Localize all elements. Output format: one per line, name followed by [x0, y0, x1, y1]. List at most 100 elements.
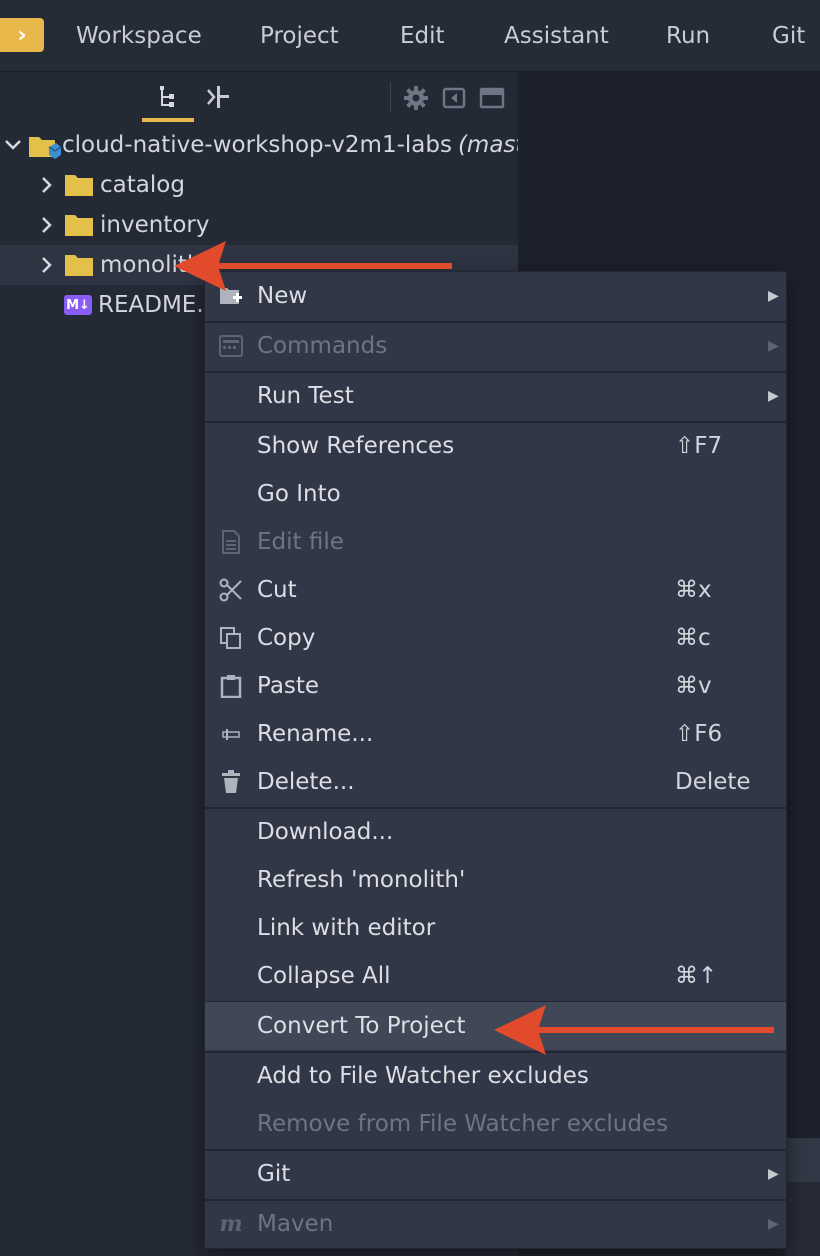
menu-item-commands: Commands ▶ [205, 322, 786, 370]
menu-item-label: Collapse All [257, 963, 391, 989]
trash-icon [219, 770, 243, 794]
revision-icon [207, 86, 229, 108]
menu-item-go-into[interactable]: Go Into [205, 470, 786, 518]
menu-item-cut[interactable]: Cut ⌘x [205, 566, 786, 614]
chevron-right-icon[interactable] [36, 214, 58, 236]
menu-item-shortcut: ⌘↑ [675, 963, 718, 989]
menu-item-label: Link with editor [257, 915, 436, 941]
new-folder-icon [219, 284, 243, 308]
tree-item-catalog[interactable]: catalog [0, 165, 518, 205]
menu-item-label: Convert To Project [257, 1013, 466, 1039]
menu-item-add-file-watcher-excludes[interactable]: Add to File Watcher excludes [205, 1052, 786, 1100]
submenu-arrow-icon: ▶ [768, 1166, 779, 1182]
menu-project[interactable]: Project [260, 0, 339, 72]
copy-icon [219, 626, 243, 650]
menu-item-label: Show References [257, 433, 455, 459]
submenu-arrow-icon: ▶ [768, 388, 779, 404]
menu-item-label: Rename... [257, 721, 374, 747]
menu-item-label: Maven [257, 1211, 334, 1237]
folder-icon [64, 173, 94, 197]
collapse-panel-button[interactable] [440, 84, 468, 112]
git-branch-label: (master) [457, 132, 518, 158]
menu-item-collapse-all[interactable]: Collapse All ⌘↑ [205, 952, 786, 1000]
menu-item-delete[interactable]: Delete... Delete [205, 758, 786, 806]
menu-run[interactable]: Run [666, 0, 710, 72]
context-menu: New ▶ Commands ▶ Run Test ▶ Show Referen… [204, 271, 787, 1249]
file-icon [219, 530, 243, 554]
clipboard-icon [219, 674, 243, 698]
menu-item-label: Add to File Watcher excludes [257, 1063, 589, 1089]
toolbar-divider [390, 82, 391, 112]
menu-item-label: Go Into [257, 481, 341, 507]
menu-item-shortcut: ⌘c [675, 625, 711, 651]
commands-icon [219, 334, 243, 358]
menu-item-rename[interactable]: Rename... ⇧F6 [205, 710, 786, 758]
menu-item-new[interactable]: New ▶ [205, 272, 786, 320]
menu-item-maven: m Maven ▶ [205, 1200, 786, 1248]
chevron-down-icon[interactable] [4, 134, 22, 156]
editor-status-strip [786, 1138, 820, 1182]
project-tree-tab[interactable] [142, 72, 194, 122]
menu-item-label: Run Test [257, 383, 354, 409]
maximize-panel-icon [479, 87, 505, 109]
menu-edit[interactable]: Edit [400, 0, 445, 72]
menu-item-edit-file: Edit file [205, 518, 786, 566]
maximize-panel-button[interactable] [478, 84, 506, 112]
tree-item-label: monolith [100, 252, 202, 278]
tree-root-row[interactable]: cloud-native-workshop-v2m1-labs (master) [0, 125, 518, 165]
menu-item-run-test[interactable]: Run Test ▶ [205, 372, 786, 420]
menu-item-link-with-editor[interactable]: Link with editor [205, 904, 786, 952]
menu-item-label: Cut [257, 577, 297, 603]
maven-icon: m [219, 1211, 243, 1237]
menu-workspace[interactable]: Workspace [76, 0, 202, 72]
menu-item-refresh[interactable]: Refresh 'monolith' [205, 856, 786, 904]
menu-item-label: Copy [257, 625, 316, 651]
settings-button[interactable] [402, 84, 430, 112]
tree-item-inventory[interactable]: inventory [0, 205, 518, 245]
menu-item-label: Git [257, 1161, 291, 1187]
project-folder-icon [28, 133, 62, 159]
submenu-arrow-icon: ▶ [768, 288, 779, 304]
menu-item-shortcut: Delete [675, 769, 751, 795]
menu-assistant[interactable]: Assistant [504, 0, 609, 72]
submenu-arrow-icon: ▶ [768, 338, 779, 354]
menu-item-label: Delete... [257, 769, 355, 795]
rename-icon [219, 722, 243, 746]
editor-bottom-strip [786, 1182, 820, 1256]
menu-item-label: New [257, 283, 308, 309]
revision-tab[interactable] [192, 72, 244, 122]
collapse-panel-icon [442, 87, 466, 109]
menu-item-shortcut: ⌘x [675, 577, 712, 603]
menu-item-show-references[interactable]: Show References ⇧F7 [205, 422, 786, 470]
menu-item-label: Download... [257, 819, 394, 845]
project-tree-icon [160, 86, 174, 107]
tree-item-label: inventory [100, 212, 210, 238]
menu-item-shortcut: ⌘v [675, 673, 712, 699]
menu-item-label: Edit file [257, 529, 344, 555]
menu-item-git[interactable]: Git ▶ [205, 1150, 786, 1198]
menu-item-label: Paste [257, 673, 320, 699]
menu-item-download[interactable]: Download... [205, 808, 786, 856]
menu-item-label: Commands [257, 333, 388, 359]
folder-icon [64, 213, 94, 237]
menu-item-label: Refresh 'monolith' [257, 867, 466, 893]
gear-icon [404, 86, 428, 110]
menu-item-paste[interactable]: Paste ⌘v [205, 662, 786, 710]
panel-toolbar [0, 72, 518, 124]
menu-git[interactable]: Git [772, 0, 805, 72]
menu-item-copy[interactable]: Copy ⌘c [205, 614, 786, 662]
scissors-icon [219, 578, 243, 602]
menu-item-shortcut: ⇧F7 [675, 433, 723, 459]
top-menubar: › Workspace Project Edit Assistant Run G… [0, 0, 820, 72]
project-root-label: cloud-native-workshop-v2m1-labs [62, 132, 452, 158]
menu-item-label: Remove from File Watcher excludes [257, 1111, 669, 1137]
launcher-button[interactable]: › [0, 18, 44, 52]
markdown-file-icon: M↓ [64, 295, 92, 315]
menu-item-remove-file-watcher-excludes: Remove from File Watcher excludes [205, 1100, 786, 1148]
menu-item-convert-to-project[interactable]: Convert To Project [205, 1002, 786, 1050]
tree-item-label: catalog [100, 172, 185, 198]
chevron-right-icon[interactable] [36, 254, 58, 276]
folder-icon [64, 253, 94, 277]
submenu-arrow-icon: ▶ [768, 1216, 779, 1232]
chevron-right-icon[interactable] [36, 174, 58, 196]
